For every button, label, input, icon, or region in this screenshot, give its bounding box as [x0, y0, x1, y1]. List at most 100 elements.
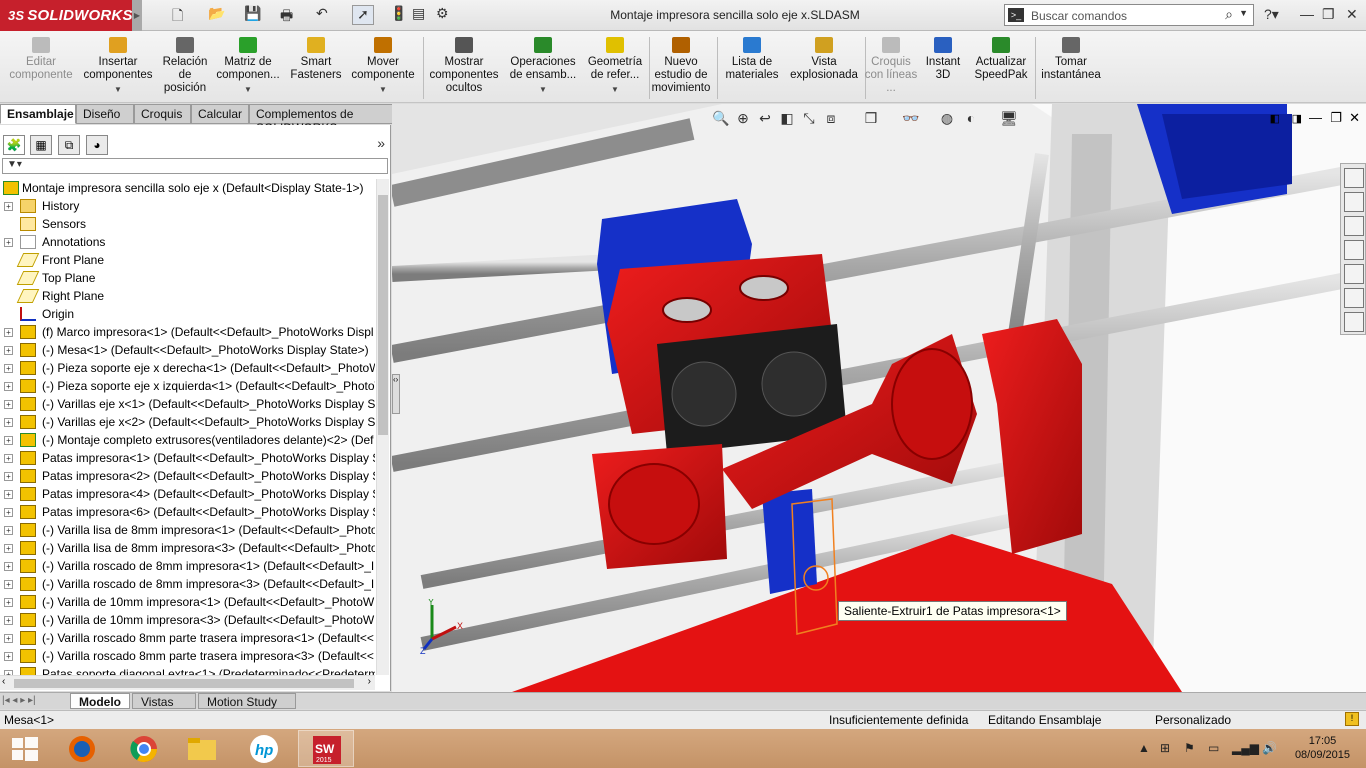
tree-vertical-scrollbar[interactable] [376, 179, 389, 675]
tree-item[interactable]: + Patas impresora<4> (Default<<Default>_P… [0, 485, 375, 503]
tree-item[interactable]: + (-) Varilla roscado 8mm parte trasera i… [0, 647, 375, 665]
apply-scene-icon[interactable]: ◐ [962, 110, 980, 128]
bottom-tab-1[interactable]: Vistas 3D [132, 693, 196, 723]
file-properties-icon[interactable]: ▤ [412, 5, 425, 25]
chevron-down-icon[interactable]: ▼ [1239, 8, 1248, 18]
zoom-to-fit-icon[interactable]: 🔍 [712, 110, 730, 128]
appearances-icon[interactable] [1344, 264, 1364, 284]
tree-item[interactable]: + (-) Varilla lisa de 8mm impresora<1> (D… [0, 521, 375, 539]
chevron-down-icon[interactable]: ▼ [214, 83, 282, 96]
tree-item[interactable]: + (-) Varilla lisa de 8mm impresora<3> (D… [0, 539, 375, 557]
expand-icon[interactable]: + [4, 544, 13, 553]
warning-icon[interactable]: ! [1345, 712, 1359, 726]
bottom-tab-0[interactable]: Modelo [70, 693, 130, 709]
viewport-minimize-icon[interactable]: — [1309, 110, 1322, 125]
new-document-icon[interactable]: 🗋 [172, 5, 183, 25]
select-icon[interactable]: ➚ [352, 5, 374, 25]
tab-3[interactable]: Calcular [191, 104, 249, 124]
minimize-icon[interactable]: — [1300, 6, 1314, 22]
zoom-area-icon[interactable]: ⊕ [734, 110, 752, 128]
panel-splitter-icon[interactable]: ‹› [392, 374, 400, 414]
tree-item[interactable]: + (-) Varilla de 10mm impresora<1> (Defau… [0, 593, 375, 611]
ribbon-button-6[interactable]: Mostrar componentes ocultos [425, 35, 503, 101]
ribbon-button-0[interactable]: Editar componente [6, 35, 76, 101]
collapse-panel-icon[interactable]: » [377, 135, 385, 151]
options-icon[interactable]: ⚙ [436, 5, 449, 25]
ribbon-button-1[interactable]: Insertar componentes ▼ [82, 35, 154, 101]
expand-icon[interactable]: + [4, 616, 13, 625]
previous-view-icon[interactable]: ↩ [756, 110, 774, 128]
tab-0[interactable]: Ensamblaje [0, 104, 76, 124]
expand-icon[interactable]: + [4, 202, 13, 211]
tab-scroll-arrows-icon[interactable]: |◂ ◂ ▸ ▸| [2, 695, 36, 706]
tree-item[interactable]: + Patas impresora<2> (Default<<Default>_P… [0, 467, 375, 485]
viewport-next-icon[interactable]: ◨ [1292, 112, 1302, 125]
tree-item[interactable]: + (-) Varilla roscado de 8mm impresora<3>… [0, 575, 375, 593]
viewport-prev-icon[interactable]: ◧ [1270, 112, 1280, 125]
menu-expand-icon[interactable]: ▶ [132, 0, 142, 31]
tab-1[interactable]: Diseño [76, 104, 134, 124]
ribbon-button-8[interactable]: Geometría de refer... ▼ [584, 35, 646, 101]
scroll-right-icon[interactable]: › [368, 676, 371, 687]
help-icon[interactable]: ?▾ [1264, 6, 1279, 23]
ribbon-button-5[interactable]: Mover componente ▼ [346, 35, 420, 101]
tree-item[interactable]: Front Plane [0, 251, 375, 269]
file-explorer-icon[interactable] [174, 730, 230, 767]
chevron-down-icon[interactable]: ▼ [82, 83, 154, 96]
section-view-icon[interactable]: ◧ [778, 110, 796, 128]
tree-item[interactable]: + (-) Varillas eje x<2> (Default<<Default… [0, 413, 375, 431]
home-icon[interactable] [1344, 168, 1364, 188]
undo-icon[interactable]: ↶ [316, 5, 328, 25]
scroll-left-icon[interactable]: ‹ [2, 676, 5, 687]
ribbon-button-4[interactable]: Smart Fasteners [286, 35, 346, 101]
chevron-down-icon[interactable]: ▼ [584, 83, 646, 96]
scroll-thumb[interactable] [378, 195, 388, 435]
windows-icon[interactable]: ⊞ [1160, 741, 1170, 755]
volume-icon[interactable]: 🔊 [1262, 741, 1277, 755]
flag-icon[interactable]: ⚑ [1184, 741, 1195, 755]
display-manager-icon[interactable]: ◕ [86, 135, 108, 155]
expand-icon[interactable]: + [4, 490, 13, 499]
scroll-thumb[interactable] [14, 679, 354, 688]
tree-filter[interactable]: ▼▾ [2, 158, 388, 174]
tree-item[interactable]: + Patas soporte diagonal extra<1> (Predet… [0, 665, 375, 675]
viewport-close-icon[interactable]: ✕ [1349, 110, 1360, 126]
blue-motor-bottom[interactable] [762, 489, 817, 594]
view-palette-icon[interactable] [1344, 240, 1364, 260]
filter-icon[interactable]: ▼▾ [7, 159, 22, 170]
configuration-manager-icon[interactable]: ⧉ [58, 135, 80, 155]
expand-icon[interactable]: + [4, 400, 13, 409]
ribbon-button-14[interactable]: Actualizar SpeedPak [970, 35, 1032, 101]
tree-item[interactable]: + (-) Pieza soporte eje x izquierda<1> (D… [0, 377, 375, 395]
tab-2[interactable]: Croquis [134, 104, 191, 124]
ribbon-button-12[interactable]: Croquis con líneas ... [864, 35, 918, 101]
tree-horizontal-scrollbar[interactable]: ‹ › [0, 675, 375, 690]
expand-icon[interactable]: + [4, 382, 13, 391]
tree-item[interactable]: + (-) Varilla roscado de 8mm impresora<1>… [0, 557, 375, 575]
hp-icon[interactable]: hp [236, 730, 292, 767]
save-icon[interactable]: 💾 [244, 5, 261, 25]
view-settings-icon[interactable]: 🖥 [1000, 110, 1018, 128]
forum-icon[interactable] [1344, 312, 1364, 332]
solidworks-2015-icon[interactable]: SW 2015 [298, 730, 354, 767]
ribbon-button-13[interactable]: Instant 3D [920, 35, 966, 101]
solidworks-logo[interactable]: 3S SOLIDWORKS [0, 0, 132, 31]
file-explorer-icon[interactable] [1344, 216, 1364, 236]
print-icon[interactable]: 🖶 [280, 5, 293, 25]
restore-icon[interactable]: ❐ [1322, 6, 1335, 23]
start-icon[interactable] [0, 730, 56, 767]
tree-item[interactable]: + Patas impresora<1> (Default<<Default>_P… [0, 449, 375, 467]
tree-item[interactable]: + (-) Varillas eje x<1> (Default<<Default… [0, 395, 375, 413]
rebuild-icon[interactable]: 🚦 [390, 5, 407, 25]
tree-item[interactable]: + (-) Varilla roscado 8mm parte trasera i… [0, 629, 375, 647]
chevron-down-icon[interactable]: ▼ [346, 83, 420, 96]
units-selector[interactable]: Personalizado [1155, 713, 1231, 727]
chrome-icon[interactable] [116, 730, 172, 767]
firefox-icon[interactable] [54, 730, 110, 767]
ribbon-button-2[interactable]: Relación de posición [156, 35, 214, 101]
expand-icon[interactable]: + [4, 652, 13, 661]
magnifier-icon[interactable]: ⌕ [1225, 6, 1233, 23]
ribbon-button-11[interactable]: Vista explosionada [786, 35, 862, 101]
chevron-down-icon[interactable]: ▼ [506, 83, 580, 96]
network-icon[interactable]: ▂▄▆ [1232, 741, 1259, 755]
